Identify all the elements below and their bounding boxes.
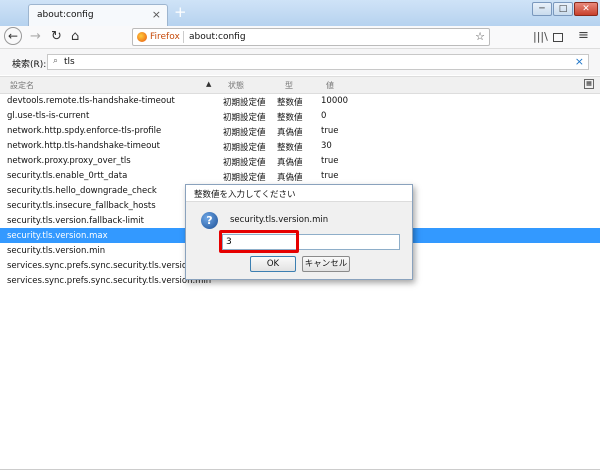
pref-status: 初期設定値 (223, 113, 266, 123)
pref-name: services.sync.prefs.sync.security.tls.ve… (7, 261, 214, 271)
question-icon: ? (201, 212, 218, 229)
maximize-button[interactable]: □ (553, 2, 573, 16)
pref-name: security.tls.hello_downgrade_check (7, 186, 157, 196)
column-header-name[interactable]: 設定名 (10, 80, 34, 91)
table-row[interactable]: network.proxy.proxy_over_tls 初期設定値 真偽値 t… (0, 153, 600, 168)
annotation-highlight-box (219, 230, 299, 253)
clear-search-icon[interactable]: × (575, 55, 584, 68)
pref-value: 30 (321, 141, 332, 151)
dialog-title: 整数値を入力してください (194, 190, 296, 200)
pref-value: true (321, 156, 339, 166)
pref-status: 初期設定値 (223, 158, 266, 168)
table-row[interactable]: gl.use-tls-is-current 初期設定値 整数値 0 (0, 108, 600, 123)
title-bar: about:config × + ─ □ ✕ (0, 0, 600, 27)
library-icon[interactable]: |||\ (533, 30, 548, 43)
search-row: 検索(R): ⌕ tls × (0, 49, 600, 75)
pref-name: security.tls.version.max (7, 231, 108, 241)
pref-status: 初期設定値 (223, 98, 266, 108)
identity-label: Firefox (150, 32, 180, 42)
pref-name: security.tls.version.fallback-limit (7, 216, 144, 226)
tab-about-config[interactable]: about:config × (28, 4, 168, 26)
forward-icon[interactable]: → (30, 29, 41, 45)
search-value[interactable]: tls (64, 57, 75, 67)
pref-name: network.http.tls-handshake-timeout (7, 141, 161, 151)
pref-value: 10000 (321, 96, 349, 106)
pref-name: network.proxy.proxy_over_tls (7, 156, 131, 166)
table-row[interactable]: devtools.remote.tls-handshake-timeout 初期… (0, 93, 600, 108)
sort-ascending-icon: ▲ (206, 80, 212, 88)
pref-name: gl.use-tls-is-current (7, 111, 90, 121)
pref-type: 整数値 (277, 113, 303, 123)
sidebar-icon[interactable] (553, 33, 563, 42)
tab-title: about:config (37, 10, 94, 20)
pref-type: 整数値 (277, 98, 303, 108)
url-bar[interactable]: Firefox about:config ☆ (132, 28, 490, 46)
pref-value: true (321, 126, 339, 136)
dialog-message: security.tls.version.min (230, 215, 329, 225)
column-header-status[interactable]: 状態 (228, 80, 244, 91)
back-icon[interactable]: ← (4, 27, 22, 45)
search-input[interactable]: ⌕ tls × (47, 54, 589, 70)
search-label: 検索(R): (12, 60, 47, 70)
pref-status: 初期設定値 (223, 173, 266, 183)
reload-icon[interactable]: ↻ (51, 29, 62, 45)
search-icon: ⌕ (53, 56, 59, 66)
pref-value: true (321, 171, 339, 181)
table-row[interactable]: network.http.spdy.enforce-tls-profile 初期… (0, 123, 600, 138)
close-window-button[interactable]: ✕ (574, 2, 598, 16)
home-icon[interactable]: ⌂ (71, 29, 79, 45)
pref-name: security.tls.version.min (7, 246, 106, 256)
cancel-button[interactable]: キャンセル (302, 256, 350, 272)
firefox-icon (137, 32, 147, 42)
pref-type: 真偽値 (277, 158, 303, 168)
minimize-button[interactable]: ─ (532, 2, 552, 16)
navigation-toolbar: ← → ↻ ⌂ Firefox about:config ☆ |||\ ≡ (0, 26, 600, 49)
pref-status: 初期設定値 (223, 128, 266, 138)
pref-status: 初期設定値 (223, 143, 266, 153)
table-row[interactable]: network.http.tls-handshake-timeout 初期設定値… (0, 138, 600, 153)
url-separator (183, 31, 184, 43)
pref-type: 整数値 (277, 143, 303, 153)
menu-icon[interactable]: ≡ (578, 28, 589, 43)
pref-type: 真偽値 (277, 173, 303, 183)
new-tab-icon[interactable]: + (174, 3, 187, 21)
column-picker-icon[interactable]: ▦ (584, 79, 594, 89)
integer-input-dialog: 整数値を入力してください ? security.tls.version.min … (185, 184, 413, 280)
ok-button[interactable]: OK (250, 256, 296, 272)
pref-type: 真偽値 (277, 128, 303, 138)
pref-name: network.http.spdy.enforce-tls-profile (7, 126, 162, 136)
table-header: 設定名 ▲ 状態 型 値 ▦ (0, 76, 600, 94)
url-text[interactable]: about:config (189, 32, 246, 42)
table-row[interactable]: security.tls.enable_0rtt_data 初期設定値 真偽値 … (0, 168, 600, 183)
bookmark-star-icon[interactable]: ☆ (475, 30, 485, 43)
column-header-value[interactable]: 値 (326, 80, 334, 91)
pref-name: devtools.remote.tls-handshake-timeout (7, 96, 175, 106)
pref-name: services.sync.prefs.sync.security.tls.ve… (7, 276, 212, 286)
pref-name: security.tls.enable_0rtt_data (7, 171, 128, 181)
dialog-title-bar: 整数値を入力してください (186, 185, 412, 202)
pref-value: 0 (321, 111, 327, 121)
pref-name: security.tls.insecure_fallback_hosts (7, 201, 156, 211)
tab-close-icon[interactable]: × (152, 8, 161, 21)
column-header-type[interactable]: 型 (285, 80, 293, 91)
